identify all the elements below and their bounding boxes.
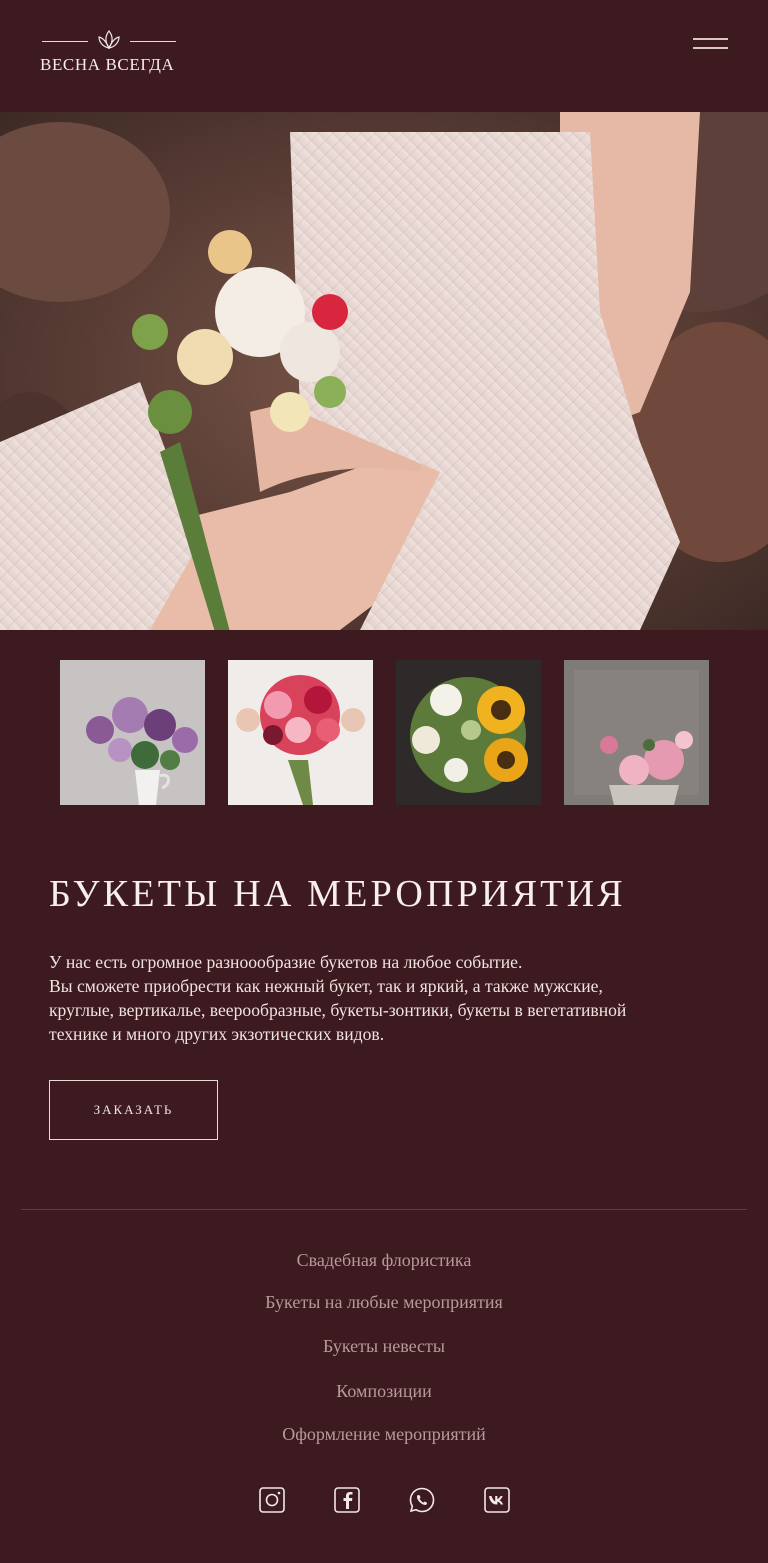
footer-link-bridal-bouquets[interactable]: Букеты невесты [0, 1336, 768, 1357]
description-line: технике и много других экзотических видо… [49, 1024, 385, 1044]
lotus-icon [98, 30, 120, 50]
menu-burger-button[interactable] [690, 36, 730, 54]
page-title: БУКЕТЫ НА МЕРОПРИЯТИЯ [49, 873, 626, 915]
description-line: У нас есть огромное разноообразие букето… [49, 952, 523, 972]
hero-image [0, 112, 768, 630]
logo-line-left [42, 41, 88, 42]
brand-logo[interactable]: ВЕСНА ВСЕГДА [40, 28, 180, 78]
description-line: Вы сможете приобрести как нежный букет, … [49, 976, 603, 996]
description: У нас есть огромное разноообразие букето… [49, 950, 719, 1046]
logo-line-right [130, 41, 176, 42]
brand-name: ВЕСНА ВСЕГДА [40, 55, 175, 74]
footer-link-event-decoration[interactable]: Оформление мероприятий [0, 1424, 768, 1445]
gallery-thumb-sunflowers[interactable] [396, 660, 541, 805]
footer-divider [21, 1209, 747, 1210]
hero-photo-bride-bouquet [0, 112, 768, 630]
footer-link-event-bouquets[interactable]: Букеты на любые мероприятия [0, 1292, 768, 1313]
site-header: ВЕСНА ВСЕГДА [0, 0, 768, 112]
instagram-icon[interactable] [258, 1486, 286, 1514]
description-line: круглые, вертикалье, веерообразные, буке… [49, 1000, 627, 1020]
burger-line [693, 47, 728, 49]
footer-link-wedding-floristry[interactable]: Свадебная флористика [0, 1250, 768, 1271]
bouquet-gallery [60, 660, 710, 805]
vk-icon[interactable] [483, 1486, 511, 1514]
gallery-thumb-purple-flowers[interactable] [60, 660, 205, 805]
facebook-icon[interactable] [333, 1486, 361, 1514]
whatsapp-icon[interactable] [408, 1486, 436, 1514]
gallery-thumb-red-bouquet[interactable] [228, 660, 373, 805]
footer-link-compositions[interactable]: Композиции [0, 1381, 768, 1402]
social-links [0, 1486, 768, 1516]
order-button[interactable]: ЗАКАЗАТЬ [49, 1080, 218, 1140]
burger-line [693, 38, 728, 40]
gallery-thumb-pink-peonies[interactable] [564, 660, 709, 805]
